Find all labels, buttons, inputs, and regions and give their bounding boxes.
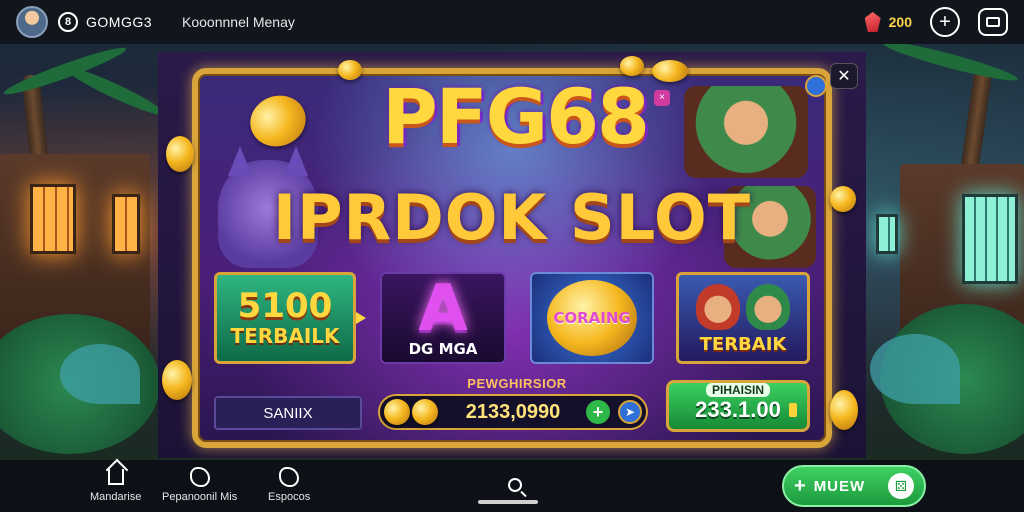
win-label: PIHAISIN bbox=[705, 383, 770, 397]
game-subtitle: IPRDOK SLOT bbox=[273, 181, 751, 254]
teal-lantern-right bbox=[876, 214, 898, 254]
new-game-button[interactable]: + MUEW ⚄ bbox=[782, 465, 926, 507]
tile-coin[interactable]: CORAING bbox=[530, 272, 654, 364]
share-button[interactable]: ➤ bbox=[618, 400, 642, 424]
gold-coin bbox=[338, 60, 362, 80]
avatar[interactable] bbox=[16, 6, 48, 38]
nav-label-espocos: Espocos bbox=[268, 491, 311, 503]
nav-item-espocos[interactable]: Espocos bbox=[268, 466, 310, 503]
home-icon bbox=[105, 466, 127, 488]
nav-item-personal[interactable]: Pepanoonil Mis bbox=[162, 466, 237, 503]
dice-icon: ⚄ bbox=[888, 473, 914, 499]
hero-face-icon bbox=[696, 284, 740, 330]
search-icon bbox=[508, 478, 522, 492]
bet-label: PEWGHIRSIOR bbox=[467, 376, 567, 391]
tag-icon bbox=[278, 466, 300, 488]
close-icon: ✕ bbox=[837, 68, 851, 85]
coin-icon bbox=[384, 399, 410, 425]
palm-leaf bbox=[62, 61, 168, 121]
teal-window-right bbox=[962, 194, 1018, 284]
tile-heroes[interactable]: TERBAIK bbox=[676, 272, 810, 364]
tagline: Kooonnnel Menay bbox=[182, 14, 295, 30]
hero-character-top bbox=[684, 86, 808, 178]
win-value: 233.1.00 bbox=[695, 397, 781, 422]
glowing-window-left bbox=[30, 184, 76, 254]
arrow-right-icon bbox=[356, 312, 366, 324]
tile-mega-label: DG MGA bbox=[408, 340, 478, 358]
hero-face-icon bbox=[746, 284, 790, 330]
fern-right bbox=[870, 334, 960, 404]
badge-icon bbox=[189, 466, 211, 488]
add-funds-button[interactable]: + bbox=[930, 7, 960, 37]
bet-value: 2133,0990 bbox=[465, 400, 561, 423]
nav-label-home: Mandarise bbox=[90, 491, 142, 503]
brand-name: GOMGG3 bbox=[86, 14, 153, 30]
close-button[interactable]: ✕ bbox=[830, 63, 858, 89]
win-display: PIHAISIN 233.1.00 bbox=[666, 380, 810, 432]
wallet-icon bbox=[986, 17, 1000, 27]
tile-bonus-label: TERBAILK bbox=[230, 324, 340, 348]
gold-coin bbox=[166, 136, 194, 172]
tile-mega-glyph: A bbox=[418, 272, 468, 346]
home-indicator bbox=[478, 500, 538, 504]
gem-icon bbox=[864, 12, 881, 32]
search-button[interactable] bbox=[504, 474, 526, 496]
wallet-button[interactable] bbox=[978, 8, 1008, 36]
glowing-lantern bbox=[112, 194, 140, 254]
gold-coin bbox=[162, 360, 192, 400]
nav-label-personal: Pepanoonil Mis bbox=[162, 491, 238, 503]
gold-coin bbox=[830, 390, 858, 430]
fern-left bbox=[60, 344, 140, 404]
balance-amount: 200 bbox=[888, 14, 912, 30]
title-badge-icon: × bbox=[654, 90, 670, 106]
game-title: PFG68 bbox=[382, 72, 650, 161]
hero-faces bbox=[696, 284, 790, 330]
mode-selector[interactable]: SANIIX bbox=[214, 396, 362, 430]
flag-icon bbox=[789, 403, 797, 417]
top-bar: 8 GOMGG3 Kooonnnel Menay 200 + bbox=[0, 0, 1024, 44]
coin-icon bbox=[412, 399, 438, 425]
new-game-label: MUEW bbox=[813, 477, 866, 495]
gold-medal-icon: CORAING bbox=[547, 280, 637, 356]
coin-icon: 8 bbox=[58, 12, 78, 32]
gold-coin bbox=[830, 186, 856, 212]
top-right-actions: 200 + bbox=[864, 7, 1008, 37]
tile-coin-label: CORAING bbox=[553, 309, 631, 327]
info-badge[interactable] bbox=[805, 75, 827, 97]
nav-item-home[interactable]: Mandarise bbox=[90, 466, 141, 503]
increase-bet-button[interactable]: + bbox=[586, 400, 610, 424]
tile-bonus-amount: 5100 bbox=[237, 286, 333, 326]
tile-heroes-label: TERBAIK bbox=[699, 334, 787, 355]
plus-icon: + bbox=[794, 474, 806, 497]
tile-bonus[interactable]: 5100 TERBAILK bbox=[214, 272, 356, 364]
palm-leaf bbox=[880, 44, 1020, 86]
bet-amount-bar: 2133,0990 + ➤ bbox=[378, 394, 648, 430]
tile-mega[interactable]: A DG MGA bbox=[380, 272, 506, 364]
